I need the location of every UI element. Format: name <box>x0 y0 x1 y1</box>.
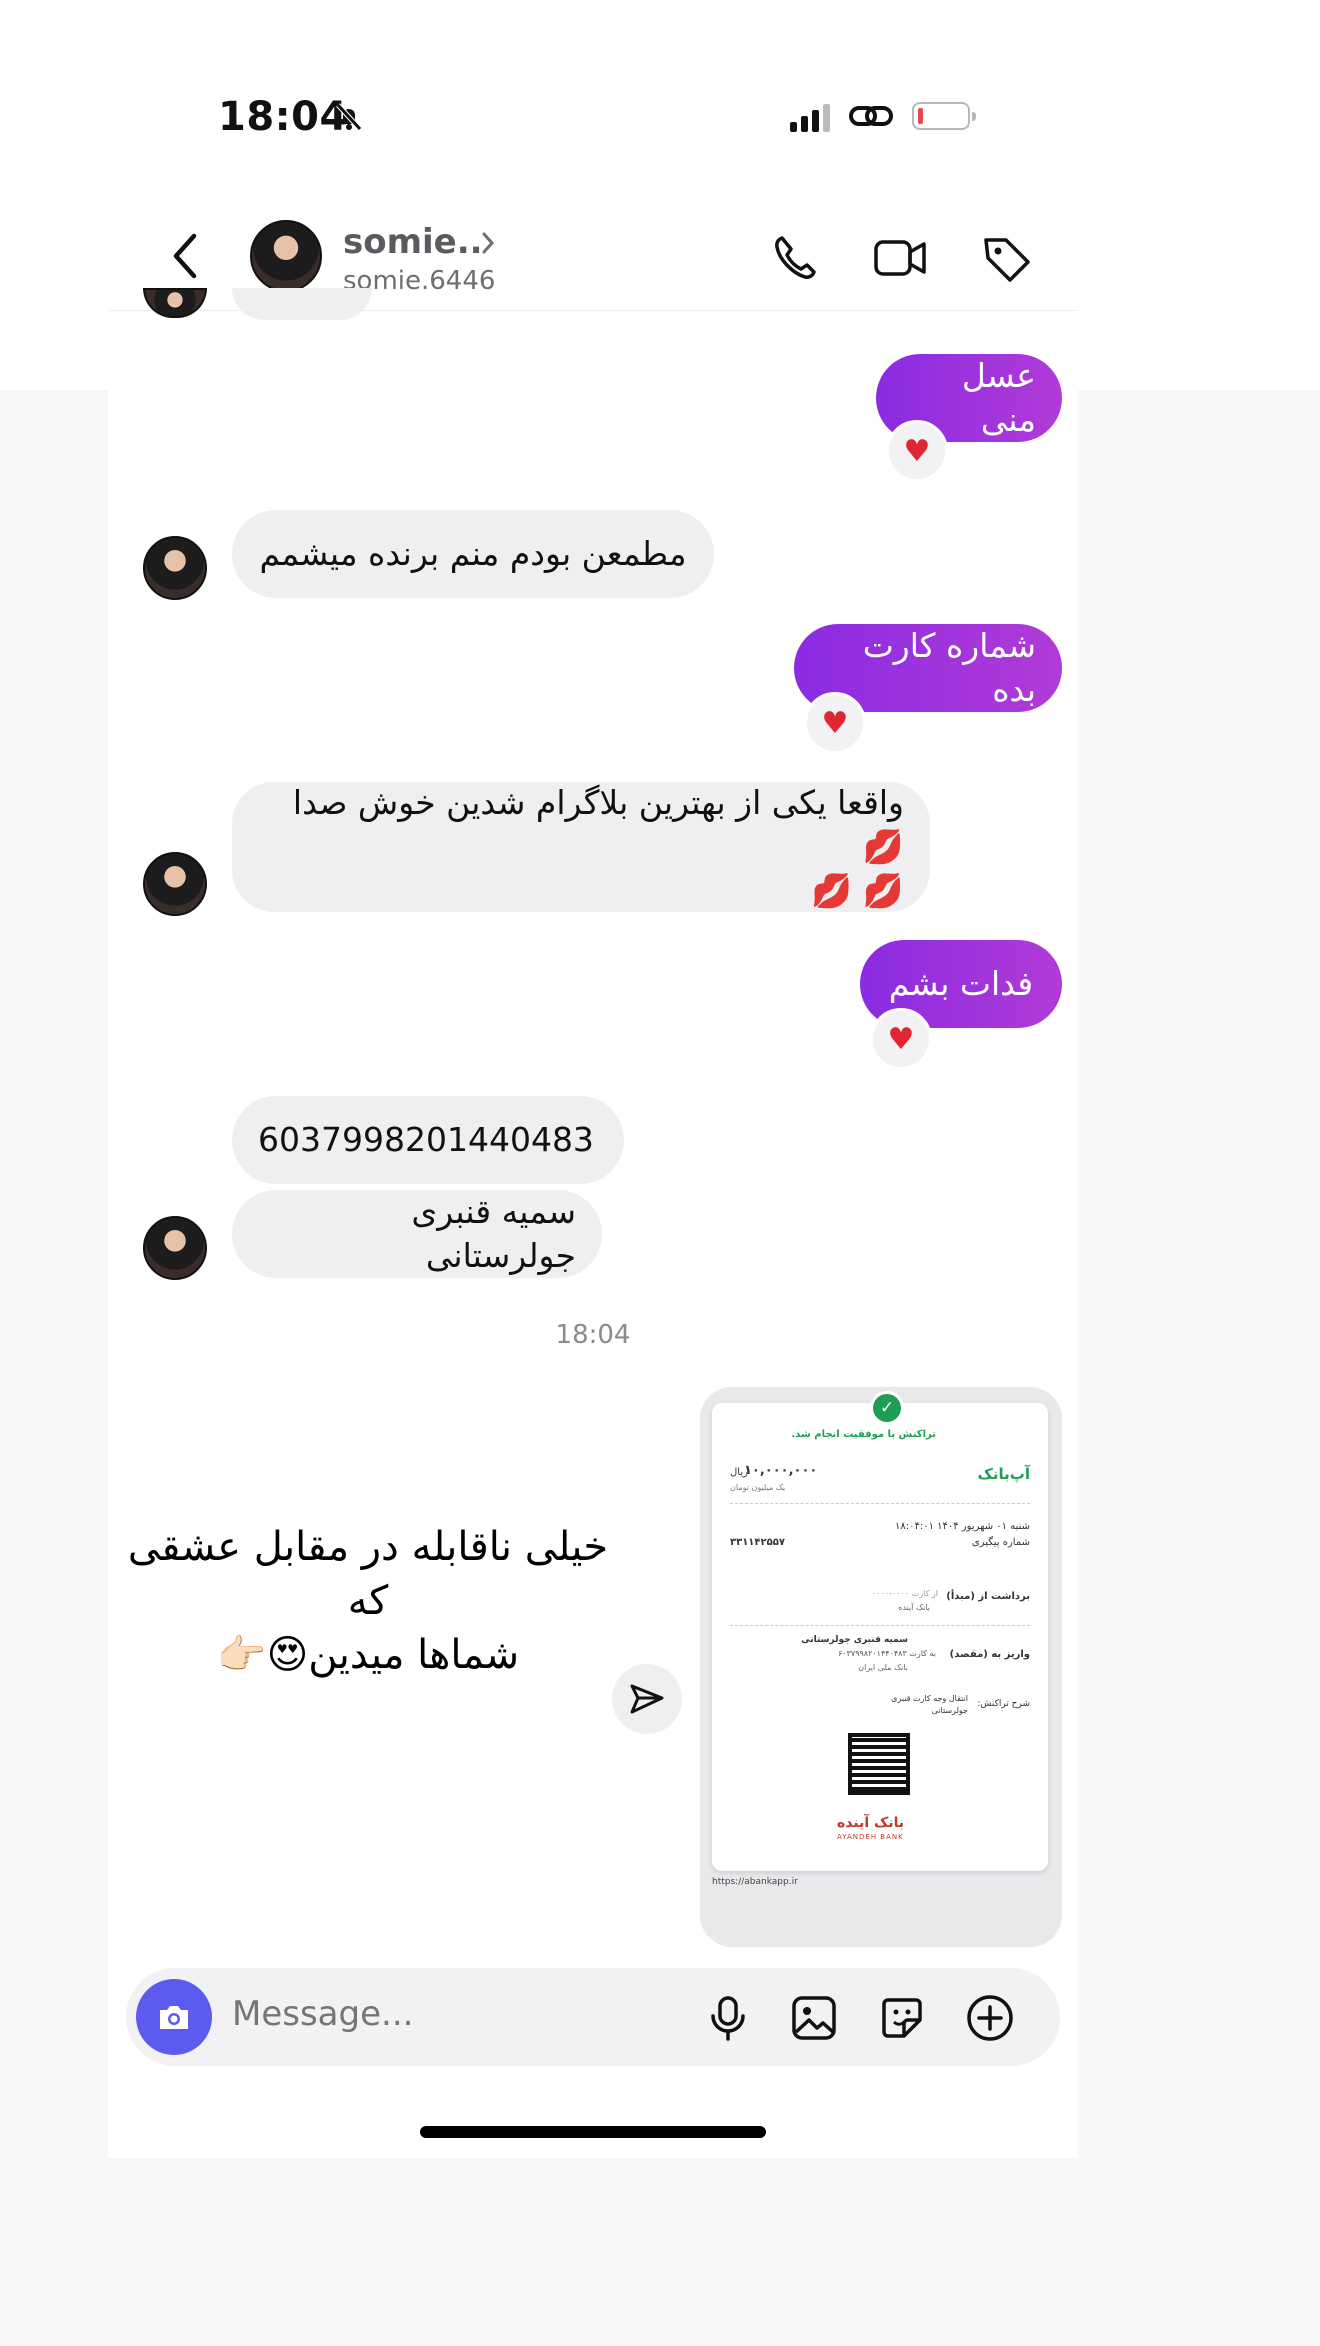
receipt-to-name: سمیه قنبری جولرستانی <box>801 1635 908 1645</box>
receipt-image-message[interactable]: تراکنش با موفقیت انجام شد. آپ‌بانک ۱۰,۰۰… <box>700 1387 1062 1947</box>
heart-icon: ♥ <box>887 1021 915 1057</box>
link-icon <box>849 106 893 126</box>
contact-avatar[interactable] <box>250 220 322 292</box>
heart-reaction[interactable]: ♥ <box>804 692 866 754</box>
share-icon <box>630 1684 664 1714</box>
receipt-amount: ۱۰,۰۰۰,۰۰۰ <box>744 1463 818 1478</box>
tag-icon[interactable] <box>978 230 1034 286</box>
message-text: فدات بشم <box>888 964 1034 1003</box>
chevron-right-icon[interactable] <box>478 228 498 258</box>
message-bubble-incoming[interactable]: سمیه قنبری جولرستانی <box>232 1190 602 1278</box>
receipt-divider <box>730 1625 1030 1626</box>
video-icon[interactable] <box>872 230 928 286</box>
receipt-from-card: از کارت ۰۰۰۰-۰۰۰۰ <box>871 1589 938 1598</box>
message-avatar <box>143 288 207 318</box>
gallery-icon[interactable] <box>788 1992 840 2044</box>
muted-bell-icon <box>336 103 362 131</box>
receipt-from-bank: بانک آینده <box>898 1603 930 1612</box>
caption-line2: شماها میدین😍👉🏻 <box>216 1632 520 1678</box>
signal-icon <box>790 100 830 132</box>
status-time: 18:04 <box>218 94 348 140</box>
camera-button[interactable] <box>136 1979 212 2055</box>
message-caption[interactable]: خیلی ناقابله در مقابل عشقی که شماها میدی… <box>108 1520 628 1682</box>
receipt-tracking-number: ۳۳۱۱۴۲۵۵۷ <box>730 1537 785 1548</box>
battery-icon <box>912 102 976 130</box>
sticker-icon[interactable] <box>876 1992 928 2044</box>
message-input[interactable] <box>232 1994 592 2034</box>
message-avatar[interactable] <box>143 852 207 916</box>
plus-icon[interactable] <box>964 1992 1016 2044</box>
message-text-line1: واقعا یکی از بهترین بلاگرام شدین خوش صدا… <box>292 783 904 866</box>
heart-reaction[interactable]: ♥ <box>886 420 948 482</box>
receipt-to-label: واریز به (مقصد) <box>949 1649 1030 1660</box>
message-bubble-incoming[interactable]: واقعا یکی از بهترین بلاگرام شدین خوش صدا… <box>232 782 930 912</box>
call-icon[interactable] <box>768 230 824 286</box>
receipt-desc-label: شرح تراکنش: <box>977 1699 1030 1709</box>
heart-icon: ♥ <box>903 433 931 469</box>
receipt-to-bank: بانک ملی ایران <box>858 1663 908 1672</box>
message-avatar[interactable] <box>143 1216 207 1280</box>
message-avatar[interactable] <box>143 536 207 600</box>
receipt-tracking-label: شماره پیگیری <box>971 1537 1030 1548</box>
receipt-status: تراکنش با موفقیت انجام شد. <box>791 1429 936 1440</box>
camera-icon <box>160 2006 188 2029</box>
receipt-amount-words: یک میلیون تومان <box>730 1483 786 1492</box>
receipt-date: شنبه ۰۱ شهریور ۱۴۰۴ ۱۸:۰۴:۰۱ <box>894 1521 1030 1532</box>
message-bubble-clipped <box>232 288 372 320</box>
contact-name[interactable]: somie.. <box>343 222 483 262</box>
qr-code <box>848 1733 910 1795</box>
receipt-bank-brand: آپ‌بانک <box>977 1465 1030 1483</box>
message-timestamp: 18:04 <box>555 1320 631 1350</box>
share-button[interactable] <box>612 1664 682 1734</box>
heart-icon: ♥ <box>821 705 849 741</box>
receipt-url: https://abankapp.ir <box>712 1877 798 1887</box>
message-composer <box>126 1968 1060 2066</box>
heart-reaction[interactable]: ♥ <box>870 1008 932 1070</box>
message-bubble-incoming[interactable]: مطمعن بودم منم برنده میشمم <box>232 510 714 598</box>
message-text: 6037998201440483 <box>258 1120 594 1159</box>
message-text: مطمعن بودم منم برنده میشمم <box>259 534 687 573</box>
issuer-logo: بانک آینده <box>837 1815 905 1831</box>
issuer-logo-en: AYANDEH BANK <box>837 1833 904 1841</box>
caption-line1: خیلی ناقابله در مقابل عشقی که <box>127 1524 609 1624</box>
mic-icon[interactable] <box>702 1992 754 2044</box>
receipt-amount-unit: ریال <box>730 1467 748 1478</box>
chat-screen: 18:04 somie.. somie.6446 عسل منی ♥ مطمعن… <box>108 30 1078 2158</box>
message-text: سمیه قنبری جولرستانی <box>411 1192 576 1275</box>
status-icons <box>790 100 976 132</box>
receipt-from-label: برداشت از (مبدأ) <box>946 1591 1030 1602</box>
message-bubble-incoming[interactable]: 6037998201440483 <box>232 1096 624 1184</box>
home-indicator[interactable] <box>420 2126 766 2138</box>
receipt-divider <box>730 1503 1030 1504</box>
message-text-line2: 💋 💋 <box>811 871 904 910</box>
receipt-desc: انتقال وجه کارت قنبری جولرستانی <box>891 1694 968 1715</box>
receipt-to-card: به کارت ۶۰۳۷۹۹۸۲۰۱۴۴۰۴۸۳ <box>838 1649 936 1658</box>
back-icon[interactable] <box>166 228 202 284</box>
success-check-icon: ✓ <box>870 1391 904 1425</box>
bank-receipt: تراکنش با موفقیت انجام شد. آپ‌بانک ۱۰,۰۰… <box>712 1403 1048 1871</box>
